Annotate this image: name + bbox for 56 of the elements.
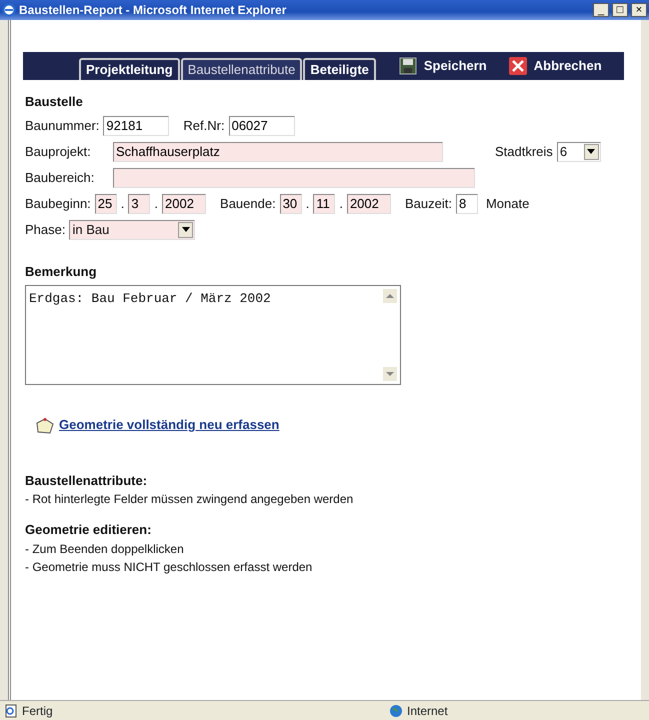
scroll-down-icon	[383, 367, 397, 382]
field-label: Baubeginn:	[25, 194, 91, 213]
input-field[interactable]: 30	[280, 194, 302, 214]
tab[interactable]: Projektleitung	[79, 58, 180, 80]
section-heading: Baustelle	[25, 94, 84, 110]
close-button[interactable]: ×	[631, 3, 647, 17]
separator-text: .	[306, 194, 310, 213]
input-field[interactable]: 2002	[162, 194, 206, 214]
minimize-button[interactable]: _	[593, 3, 609, 17]
input-field[interactable]	[113, 168, 475, 188]
help-heading: Geometrie editieren:	[25, 521, 152, 540]
tab[interactable]: Beteiligte	[303, 58, 376, 80]
zone-text: Internet	[407, 702, 448, 720]
geometry-link[interactable]: Geometrie vollständig neu erfassen	[59, 415, 280, 435]
tab[interactable]: Baustellenattribute	[180, 58, 302, 80]
input-field[interactable]: 11	[313, 194, 336, 214]
input-field[interactable]: Schaffhauserplatz	[113, 142, 443, 162]
input-field[interactable]: 3	[128, 194, 150, 214]
help-text: - Zum Beenden doppelklicken	[25, 540, 185, 558]
separator-text: .	[154, 194, 158, 213]
field-label: Phase:	[25, 220, 66, 239]
cancel-button[interactable]: Abbrechen	[534, 56, 602, 76]
caret-icon	[182, 227, 190, 232]
separator-text: .	[120, 194, 124, 213]
browser-icon	[2, 3, 16, 17]
input-field[interactable]: 2002	[346, 194, 391, 214]
field-label: Ref.Nr:	[183, 116, 225, 135]
separator-text: .	[339, 194, 343, 213]
input-field[interactable]: 25	[94, 194, 117, 214]
text-area[interactable]: Erdgas: Bau Februar / März 2002	[25, 285, 401, 386]
input-field[interactable]: 92181	[103, 116, 170, 136]
field-label: Bauzeit:	[404, 194, 452, 213]
page-icon	[4, 704, 18, 718]
input-field[interactable]: 06027	[228, 116, 295, 136]
unit-label: Monate	[486, 194, 530, 213]
field-label: Bauprojekt:	[25, 142, 92, 161]
help-text: - Rot hinterlegte Felder müssen zwingend angegeben werden	[25, 491, 354, 508]
help-text: - Geometrie muss NICHT geschlossen erfasst werden	[25, 558, 314, 576]
field-label: Baunummer:	[25, 116, 100, 135]
dropdown[interactable]: 6	[556, 142, 601, 162]
caret-icon	[587, 149, 596, 154]
polygon-icon	[35, 416, 55, 435]
scroll-up-icon	[383, 289, 397, 304]
help-heading: Baustellenattribute:	[25, 472, 148, 490]
section-heading: Bemerkung	[25, 264, 98, 280]
close-icon	[508, 57, 527, 75]
globe-icon	[389, 704, 403, 718]
dropdown[interactable]: in Bau	[69, 220, 196, 240]
window-title: Baustellen-Report - Microsoft Internet Explorer	[19, 2, 288, 19]
maximize-button[interactable]: □	[612, 3, 628, 17]
status-text: Fertig	[22, 702, 54, 720]
field-label: Bauende:	[220, 194, 276, 213]
field-label: Baubereich:	[25, 168, 96, 187]
save-button[interactable]: Speichern	[424, 56, 487, 76]
field-label: Stadtkreis	[495, 142, 553, 161]
input-field[interactable]: 8	[456, 194, 478, 214]
